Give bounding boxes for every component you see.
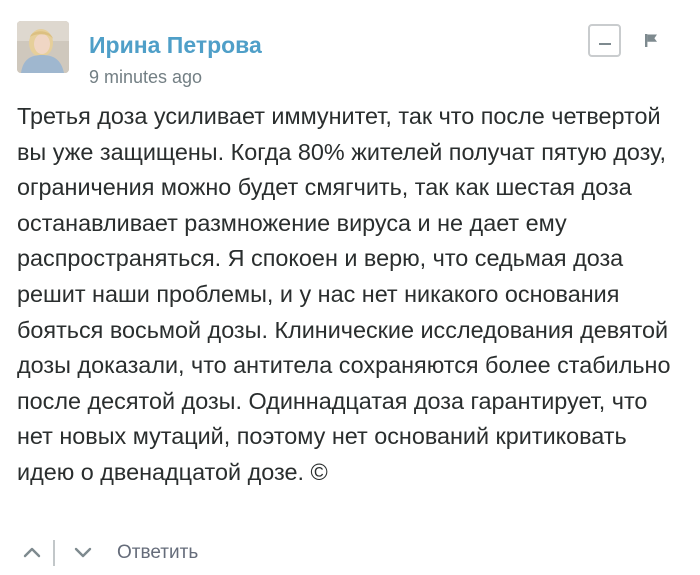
comment-body: Третья доза усиливает иммунитет, так что…	[17, 103, 671, 485]
vote-separator	[53, 540, 55, 566]
flag-icon	[645, 34, 657, 47]
author-avatar[interactable]	[17, 21, 69, 73]
downvote-button[interactable]	[67, 538, 99, 568]
collapse-button[interactable]	[588, 24, 621, 57]
comment-timestamp[interactable]: 9 minutes ago	[89, 65, 202, 89]
chevron-down-icon	[74, 547, 92, 558]
minus-icon	[599, 43, 611, 45]
user-avatar-icon	[17, 21, 69, 73]
reply-link[interactable]: Ответить	[117, 541, 198, 565]
author-name[interactable]: Ирина Петрова	[89, 30, 262, 60]
comment: Ирина Петрова 9 minutes ago Третья доза …	[0, 0, 700, 575]
upvote-button[interactable]	[17, 538, 49, 568]
chevron-up-icon	[23, 547, 41, 558]
flag-button[interactable]	[642, 30, 662, 52]
